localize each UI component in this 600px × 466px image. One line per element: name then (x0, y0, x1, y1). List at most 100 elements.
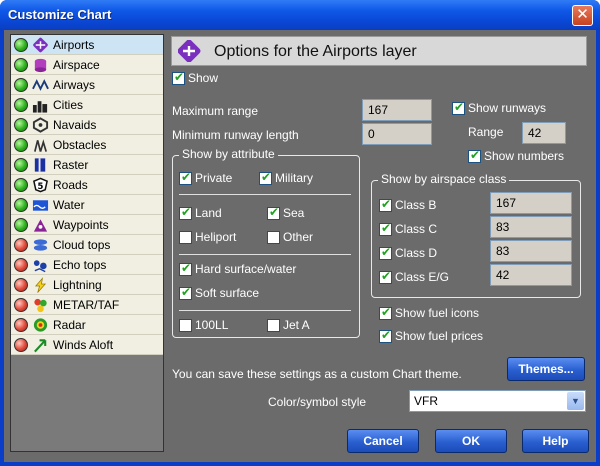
status-red-icon[interactable] (14, 278, 28, 292)
layer-item-waypoints[interactable]: Waypoints (11, 215, 163, 235)
status-green-icon[interactable] (14, 98, 28, 112)
layer-item-metar-taf[interactable]: METAR/TAF (11, 295, 163, 315)
layer-item-cities[interactable]: Cities (11, 95, 163, 115)
class-b-input[interactable]: 167 (490, 192, 572, 214)
layer-item-lightning[interactable]: Lightning (11, 275, 163, 295)
land-label: Land (195, 206, 222, 220)
layer-name: Raster (53, 158, 89, 172)
100ll-checkbox[interactable] (179, 319, 192, 332)
layer-name: Obstacles (53, 138, 107, 152)
sea-checkbox[interactable] (267, 205, 280, 220)
layer-item-airways[interactable]: Airways (11, 75, 163, 95)
navaid-icon (32, 117, 49, 133)
close-button[interactable]: ✕ (572, 5, 593, 26)
fuel-prices-checkbox[interactable] (379, 328, 392, 343)
status-green-icon[interactable] (14, 58, 28, 72)
status-green-icon[interactable] (14, 138, 28, 152)
layer-item-navaids[interactable]: Navaids (11, 115, 163, 135)
range-label: Range (468, 125, 504, 139)
fuel-prices-label: Show fuel prices (395, 329, 484, 343)
layer-item-radar[interactable]: Radar (11, 315, 163, 335)
jet-a-label: Jet A (283, 318, 310, 332)
status-green-icon[interactable] (14, 178, 28, 192)
layer-name: Radar (53, 318, 86, 332)
layer-name: Lightning (53, 278, 102, 292)
max-range-input[interactable]: 167 (362, 99, 432, 121)
soft-surface-checkbox[interactable] (179, 285, 192, 300)
class-eg-input[interactable]: 42 (490, 264, 572, 286)
status-red-icon[interactable] (14, 338, 28, 352)
layer-item-airports[interactable]: Airports (11, 35, 163, 55)
status-green-icon[interactable] (14, 198, 28, 212)
title-bar[interactable]: Customize Chart ✕ (0, 0, 600, 30)
lightning-icon (34, 277, 47, 293)
heliport-checkbox[interactable] (179, 231, 192, 244)
status-green-icon[interactable] (14, 118, 28, 132)
status-red-icon[interactable] (14, 298, 28, 312)
jet-a-checkbox[interactable] (267, 319, 280, 332)
military-checkbox[interactable] (259, 170, 272, 185)
show-numbers-label: Show numbers (484, 149, 565, 163)
range-input[interactable]: 42 (522, 122, 566, 144)
max-range-label: Maximum range (172, 104, 259, 118)
layer-name: Airways (53, 78, 96, 92)
layer-name: Airports (53, 38, 95, 52)
water-icon (32, 200, 49, 211)
class-d-checkbox[interactable] (379, 245, 392, 260)
themes-button[interactable]: Themes... (507, 357, 585, 381)
ok-button[interactable]: OK (435, 429, 507, 453)
style-select[interactable]: VFR ▼ (409, 390, 586, 412)
hard-surface-checkbox[interactable] (179, 261, 192, 276)
layer-item-obstacles[interactable]: Obstacles (11, 135, 163, 155)
fuel-icons-checkbox[interactable] (379, 305, 392, 320)
help-button[interactable]: Help (522, 429, 589, 453)
class-c-label: Class C (395, 222, 438, 236)
layer-name: Navaids (53, 118, 97, 132)
class-d-input[interactable]: 83 (490, 240, 572, 262)
cancel-button[interactable]: Cancel (347, 429, 419, 453)
wind-icon (34, 339, 47, 353)
soft-surface-label: Soft surface (195, 286, 260, 300)
other-checkbox[interactable] (267, 231, 280, 244)
class-c-checkbox[interactable] (379, 221, 392, 236)
show-label: Show (188, 71, 219, 85)
radar-icon (33, 318, 48, 332)
show-runways-checkbox[interactable] (452, 100, 465, 115)
show-numbers-checkbox[interactable] (468, 148, 481, 163)
layer-item-airspace[interactable]: Airspace (11, 55, 163, 75)
airspace-icon (34, 58, 47, 73)
private-checkbox[interactable] (179, 170, 192, 185)
airport-icon (33, 37, 48, 53)
layer-item-cloud-tops[interactable]: Cloud tops (11, 235, 163, 255)
layer-item-raster[interactable]: Raster (11, 155, 163, 175)
raster-icon (34, 158, 46, 172)
divider (179, 254, 351, 255)
class-b-checkbox[interactable] (379, 197, 392, 212)
status-red-icon[interactable] (14, 238, 28, 252)
class-c-input[interactable]: 83 (490, 216, 572, 238)
status-green-icon[interactable] (14, 158, 28, 172)
layer-item-echo-tops[interactable]: Echo tops (11, 255, 163, 275)
other-label: Other (283, 230, 314, 244)
show-checkbox[interactable] (172, 70, 185, 85)
status-green-icon[interactable] (14, 78, 28, 92)
min-runway-input[interactable]: 0 (362, 123, 432, 145)
layer-item-water[interactable]: Water (11, 195, 163, 215)
fuel-icons-label: Show fuel icons (395, 306, 480, 320)
waypoint-icon (33, 219, 48, 232)
divider (179, 310, 351, 311)
class-b-label: Class B (395, 198, 437, 212)
layer-list[interactable]: Airports Airspace Airways Cities Navaids Obst… (10, 34, 164, 452)
status-red-icon[interactable] (14, 258, 28, 272)
layer-item-winds-aloft[interactable]: Winds Aloft (11, 335, 163, 355)
status-red-icon[interactable] (14, 318, 28, 332)
status-green-icon[interactable] (14, 38, 28, 52)
layer-name: Echo tops (53, 258, 107, 272)
class-eg-checkbox[interactable] (379, 269, 392, 284)
hard-surface-label: Hard surface/water (195, 262, 297, 276)
layer-item-roads[interactable]: 5 Roads (11, 175, 163, 195)
svg-text:5: 5 (38, 182, 44, 192)
status-green-icon[interactable] (14, 218, 28, 232)
chevron-down-icon[interactable]: ▼ (567, 392, 584, 410)
land-checkbox[interactable] (179, 205, 192, 220)
